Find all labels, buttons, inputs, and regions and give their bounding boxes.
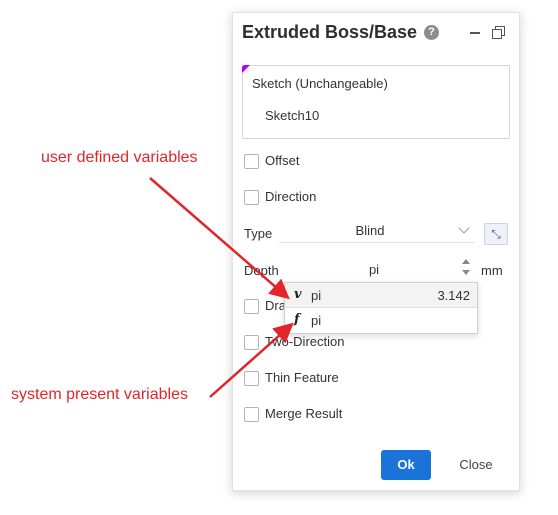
arrow-to-user-variable bbox=[149, 177, 290, 300]
arrow-to-system-variable bbox=[209, 322, 294, 398]
annotation-arrows bbox=[149, 177, 294, 398]
